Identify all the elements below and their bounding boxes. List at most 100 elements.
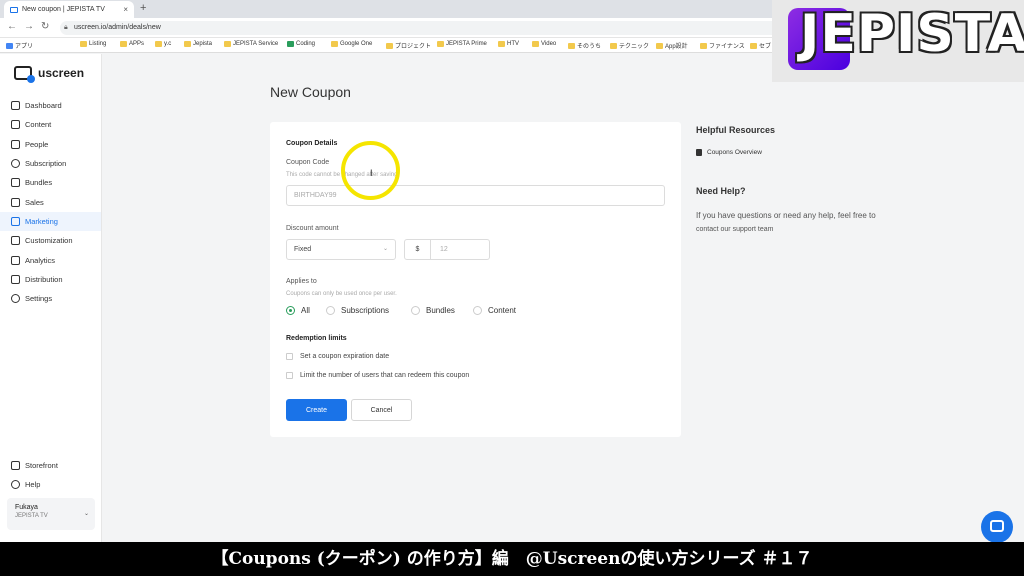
sidebar-item-marketing[interactable]: Marketing	[0, 211, 101, 232]
discount-type-value: Fixed	[294, 246, 312, 253]
people-icon	[11, 139, 20, 149]
bookmark-item[interactable]: Listing	[80, 41, 106, 47]
new-tab-button[interactable]: +	[140, 2, 146, 14]
chart-icon	[11, 255, 20, 265]
browser-tab[interactable]: New coupon | JEPISTA TV ×	[4, 1, 134, 18]
radio-subscriptions[interactable]: Subscriptions	[326, 306, 389, 315]
bookmark-item[interactable]: ファイナンス	[700, 41, 745, 50]
bookmark-item[interactable]: HTV	[498, 41, 519, 47]
cancel-button[interactable]: Cancel	[351, 399, 412, 421]
channel-logo: JEPISTA	[772, 0, 1024, 82]
bookmark-item[interactable]: App設計	[656, 41, 688, 50]
bookmark-item[interactable]: Coding	[287, 41, 315, 47]
bookmark-item[interactable]: APPs	[120, 41, 144, 47]
help-icon	[11, 480, 20, 490]
reload-icon[interactable]: ↻	[41, 21, 49, 32]
coupon-code-input[interactable]: BIRTHDAY99	[286, 185, 665, 206]
radio-dot	[286, 306, 295, 315]
sidebar-item-customization[interactable]: Customization	[0, 231, 101, 250]
account-name: Fukaya	[15, 504, 38, 511]
bookmark-item[interactable]: アプリ	[6, 41, 33, 50]
account-switcher[interactable]: Fukaya JEPISTA TV ⌄	[7, 498, 95, 530]
page-title: New Coupon	[270, 84, 351, 100]
folder-icon	[331, 41, 338, 47]
folder-icon	[498, 41, 505, 47]
contact-support-link[interactable]: contact our support team	[696, 226, 773, 233]
checkbox-box	[286, 372, 293, 379]
forward-icon[interactable]: →	[24, 21, 34, 32]
need-help-title: Need Help?	[696, 186, 746, 196]
sidebar-item-dashboard[interactable]: Dashboard	[0, 96, 101, 115]
discount-amount-label: Discount amount	[286, 225, 339, 232]
folder-icon	[568, 42, 575, 49]
sidebar-item-settings[interactable]: Settings	[0, 289, 101, 308]
document-icon	[696, 149, 702, 156]
sidebar-item-content[interactable]: Content	[0, 115, 101, 134]
sidebar-item-analytics[interactable]: Analytics	[0, 250, 101, 269]
bookmark-item[interactable]: セブ	[750, 41, 771, 50]
tab-favicon-icon	[10, 6, 18, 13]
back-icon[interactable]: ←	[7, 21, 17, 32]
lock-icon: 🔒︎	[64, 24, 68, 31]
radio-all[interactable]: All	[286, 306, 310, 315]
sidebar-item-sales[interactable]: Sales	[0, 192, 101, 211]
bookmark-item[interactable]: JEPISTA Prime	[437, 41, 487, 47]
sidebar-item-people[interactable]: People	[0, 135, 101, 154]
applies-to-help: Coupons can only be used once per user.	[286, 291, 397, 297]
account-org: JEPISTA TV	[15, 513, 48, 519]
sidebar-item-storefront[interactable]: Storefront	[0, 456, 101, 475]
box-icon	[11, 178, 20, 188]
bookmark-item[interactable]: JEPISTA Service	[224, 41, 278, 47]
sidebar-item-help[interactable]: Help	[0, 475, 101, 494]
brand-logo[interactable]: uscreen	[14, 66, 85, 83]
bookmark-item[interactable]: Video	[532, 41, 556, 47]
video-caption: 【Coupons (クーポン) の作り方】編 @Uscreenの使い方シリーズ …	[0, 542, 1024, 576]
discount-amount-input[interactable]: $ 12	[404, 239, 490, 260]
redemption-limits-title: Redemption limits	[286, 335, 347, 342]
chat-widget-button[interactable]	[981, 511, 1013, 543]
help-text: If you have questions or need any help, …	[696, 211, 876, 233]
url-field[interactable]: 🔒︎ uscreen.io/admin/deals/new	[60, 21, 780, 35]
currency-prefix: $	[405, 240, 431, 259]
folder-icon	[437, 41, 444, 47]
discount-type-select[interactable]: Fixed ⌄	[286, 239, 396, 260]
sidebar-item-distribution[interactable]: Distribution	[0, 270, 101, 289]
applies-to-label: Applies to	[286, 278, 317, 285]
folder-icon	[532, 41, 539, 47]
folder-icon	[700, 42, 707, 49]
create-button[interactable]: Create	[286, 399, 347, 421]
coupons-overview-link[interactable]: Coupons Overview	[696, 149, 762, 156]
bookmark-item[interactable]: y.c	[155, 41, 171, 47]
limit-users-checkbox[interactable]: Limit the number of users that can redee…	[286, 372, 469, 379]
tab-close-icon[interactable]: ×	[123, 5, 128, 14]
sidebar-item-bundles[interactable]: Bundles	[0, 173, 101, 192]
brand-name: uscreen	[38, 66, 85, 80]
helpful-resources-title: Helpful Resources	[696, 125, 776, 135]
logo-text: JEPISTA	[800, 4, 1024, 64]
bookmark-item[interactable]: Google One	[331, 41, 372, 47]
folder-icon	[750, 42, 757, 49]
bookmark-item[interactable]: そのうち	[568, 41, 601, 50]
radio-bundles[interactable]: Bundles	[411, 306, 455, 315]
code-icon	[287, 41, 294, 47]
bookmark-item[interactable]: Jepista	[184, 41, 212, 47]
refresh-icon	[11, 159, 20, 169]
megaphone-icon	[11, 216, 20, 226]
chevron-down-icon: ⌄	[83, 511, 89, 517]
coupon-details-title: Coupon Details	[286, 140, 338, 147]
coupon-code-label: Coupon Code	[286, 159, 330, 166]
radio-content[interactable]: Content	[473, 306, 516, 315]
sidebar-item-subscription[interactable]: Subscription	[0, 154, 101, 173]
bookmark-item[interactable]: プロジェクト	[386, 41, 431, 50]
radio-dot	[326, 306, 335, 315]
store-icon	[11, 461, 20, 471]
radio-dot	[473, 306, 482, 315]
amount-placeholder: 12	[440, 246, 448, 253]
bookmark-item[interactable]: テクニック	[610, 41, 649, 50]
folder-icon	[656, 42, 663, 49]
chevron-down-icon: ⌄	[382, 246, 388, 252]
folder-icon	[120, 41, 127, 47]
folder-icon	[80, 41, 87, 47]
folder-icon	[224, 41, 231, 47]
expiration-date-checkbox[interactable]: Set a coupon expiration date	[286, 353, 389, 360]
